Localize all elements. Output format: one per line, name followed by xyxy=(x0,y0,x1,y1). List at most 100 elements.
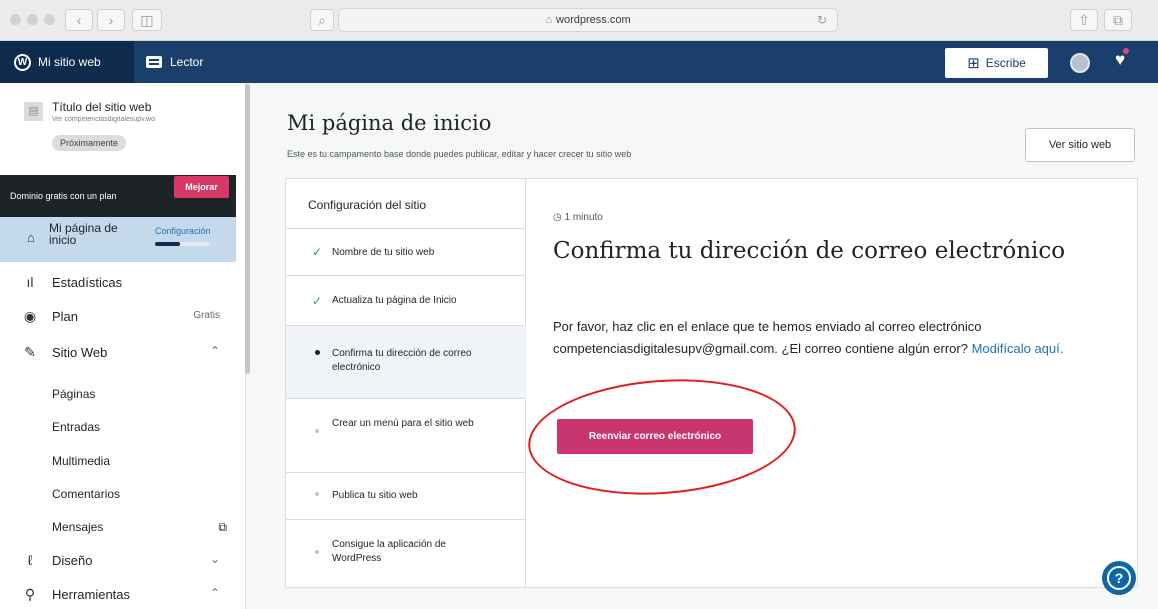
chevron-up-icon: ⌃ xyxy=(209,586,220,600)
sidebar-subitem-messages[interactable]: Mensajes ⧉ xyxy=(52,520,227,534)
my-site-tab[interactable]: W Mi sitio web xyxy=(0,41,134,83)
pending-step-dot xyxy=(311,425,323,436)
wordpress-logo-icon: W xyxy=(14,53,31,71)
notifications-button[interactable]: ♥ xyxy=(1115,48,1129,70)
setup-step-label: Crear un menú para el sitio web xyxy=(332,418,474,429)
setup-step[interactable]: ✓ Nombre de tu sitio web xyxy=(286,229,526,276)
duration-label: ◷ 1 minuto xyxy=(553,212,603,223)
setup-progress-bar xyxy=(155,242,210,246)
sidebar-item-plan[interactable]: ◉ Plan Gratis xyxy=(0,303,236,331)
setup-step[interactable]: Consigue la aplicación de WordPress xyxy=(286,520,526,587)
tabs-icon: ⧉ xyxy=(1113,12,1123,28)
sidebar-item-label: Diseño xyxy=(52,553,93,568)
sidebar-item-label: Sitio Web xyxy=(52,345,108,360)
site-title: Título del sitio web xyxy=(52,100,152,114)
sidebar-subitem-posts[interactable]: Entradas xyxy=(52,420,100,434)
tools-icon: ⚲ xyxy=(24,586,36,602)
tabs-button[interactable]: ⧉ xyxy=(1104,9,1132,31)
reader-label: Lector xyxy=(170,55,204,69)
pending-step-dot xyxy=(311,488,323,499)
url-text: wordpress.com xyxy=(556,14,631,26)
plan-icon: ◉ xyxy=(23,308,37,324)
site-card[interactable]: ▤ Título del sitio web Ver competenciasd… xyxy=(0,83,246,175)
sidebar-item-site[interactable]: ✎ Sitio Web ⌃ xyxy=(0,339,236,367)
setup-step-label: Consigue la aplicación de WordPress xyxy=(332,539,446,564)
stats-icon: ıl xyxy=(26,274,34,290)
sidebar-subitem-media[interactable]: Multimedia xyxy=(52,454,110,468)
setup-step-active[interactable]: Confirma tu dirección de correo electrón… xyxy=(286,326,526,399)
reader-tab[interactable]: Lector xyxy=(146,41,203,83)
setup-step[interactable]: Publica tu sitio web xyxy=(286,473,526,520)
setup-step[interactable]: Crear un menú para el sitio web xyxy=(286,399,526,473)
sidebar-item-label: Herramientas xyxy=(52,587,131,602)
upgrade-button[interactable]: Mejorar xyxy=(174,176,229,198)
setup-step-label: Actualiza tu página de Inicio xyxy=(332,295,457,306)
sidebar-item-stats[interactable]: ıl Estadísticas xyxy=(0,269,236,297)
pending-step-dot xyxy=(311,546,323,557)
home-icon: ⌂ xyxy=(27,230,35,245)
setup-progress-fill xyxy=(155,242,180,246)
setup-step-label: Confirma tu dirección de correo electrón… xyxy=(332,348,472,373)
setup-label: Configuración xyxy=(155,226,211,236)
domain-banner-text: Dominio gratis con un plan xyxy=(10,191,117,201)
view-site-button[interactable]: Ver sitio web xyxy=(1025,128,1135,162)
help-icon: ? xyxy=(1107,566,1131,590)
page-title: Mi página de inicio xyxy=(287,111,492,135)
chevron-down-icon: ⌄ xyxy=(209,552,220,566)
browser-toolbar: ‹ › ◫ ⌕ ⌂ wordpress.com ↻ ⇧ ⧉ xyxy=(0,0,1158,41)
chevron-up-icon: ⌃ xyxy=(209,344,220,358)
setup-steps-list: Configuración del sitio ✓ Nombre de tu s… xyxy=(286,179,526,587)
plan-value: Gratis xyxy=(193,310,220,321)
sidebar-item-label: Estadísticas xyxy=(52,275,123,290)
window-zoom-button[interactable] xyxy=(44,14,55,25)
reload-icon[interactable]: ↻ xyxy=(817,9,827,31)
sidebar-item-tools[interactable]: ⚲ Herramientas ⌃ xyxy=(0,581,236,609)
setup-step[interactable]: ✓ Actualiza tu página de Inicio xyxy=(286,276,526,326)
help-button[interactable]: ? xyxy=(1102,561,1136,595)
sidebar-toggle-button[interactable]: ◫ xyxy=(132,9,162,31)
lock-icon: ⌂ xyxy=(545,14,553,26)
check-icon: ✓ xyxy=(311,294,323,308)
sidebar-item-label: Mensajes xyxy=(52,520,104,534)
sidebar-subitem-comments[interactable]: Comentarios xyxy=(52,487,120,501)
setup-step-label: Publica tu sitio web xyxy=(332,490,418,501)
search-button[interactable]: ⌕ xyxy=(310,9,334,31)
sidebar-icon: ◫ xyxy=(140,12,154,28)
sidebar: ▤ Título del sitio web Ver competenciasd… xyxy=(0,83,246,609)
setup-step-label: Nombre de tu sitio web xyxy=(332,247,435,258)
sidebar-item-label: Mi página de inicio xyxy=(49,221,118,247)
sidebar-scrollbar[interactable] xyxy=(245,84,250,374)
page-subtitle: Este es tu campamento base donde puedes … xyxy=(287,149,632,159)
write-icon: ⊞ xyxy=(967,55,980,72)
step-title: Confirma tu dirección de correo electrón… xyxy=(553,238,1066,264)
setup-steps-heading: Configuración del sitio xyxy=(286,179,526,229)
forward-button[interactable]: › xyxy=(97,9,125,31)
share-button[interactable]: ⇧ xyxy=(1070,9,1098,31)
site-icon: ▤ xyxy=(24,102,43,121)
back-icon: ‹ xyxy=(76,12,82,28)
step-description: Por favor, haz clic en el enlace que te … xyxy=(553,319,1064,356)
sidebar-subitem-pages[interactable]: Páginas xyxy=(52,387,95,401)
pencil-icon: ✎ xyxy=(24,344,36,360)
share-icon: ⇧ xyxy=(1078,12,1090,28)
sidebar-item-design[interactable]: ℓ Diseño ⌄ xyxy=(0,547,236,575)
search-icon: ⌕ xyxy=(318,12,326,28)
sidebar-item-home[interactable]: ⌂ Mi página de inicio Configuración xyxy=(0,217,236,262)
check-icon: ✓ xyxy=(311,245,323,259)
window-minimize-button[interactable] xyxy=(27,14,38,25)
status-badge: Próximamente xyxy=(52,135,127,151)
window-close-button[interactable] xyxy=(10,14,21,25)
reader-icon xyxy=(146,56,162,68)
edit-email-link[interactable]: Modifícalo aquí. xyxy=(972,341,1064,356)
address-bar[interactable]: ⌂ wordpress.com ↻ xyxy=(338,8,838,32)
site-url[interactable]: Ver competenciasdigitalesupv.wo xyxy=(52,116,227,123)
forward-icon: › xyxy=(108,12,114,28)
sidebar-item-label: Plan xyxy=(52,309,79,324)
write-label: Escribe xyxy=(985,56,1026,70)
setup-step-detail: ◷ 1 minuto Confirma tu dirección de corr… xyxy=(527,179,1137,587)
notification-dot xyxy=(1123,48,1129,54)
write-button[interactable]: ⊞ Escribe xyxy=(945,48,1048,78)
my-site-label: Mi sitio web xyxy=(38,55,101,69)
back-button[interactable]: ‹ xyxy=(65,9,93,31)
avatar[interactable] xyxy=(1070,53,1090,73)
